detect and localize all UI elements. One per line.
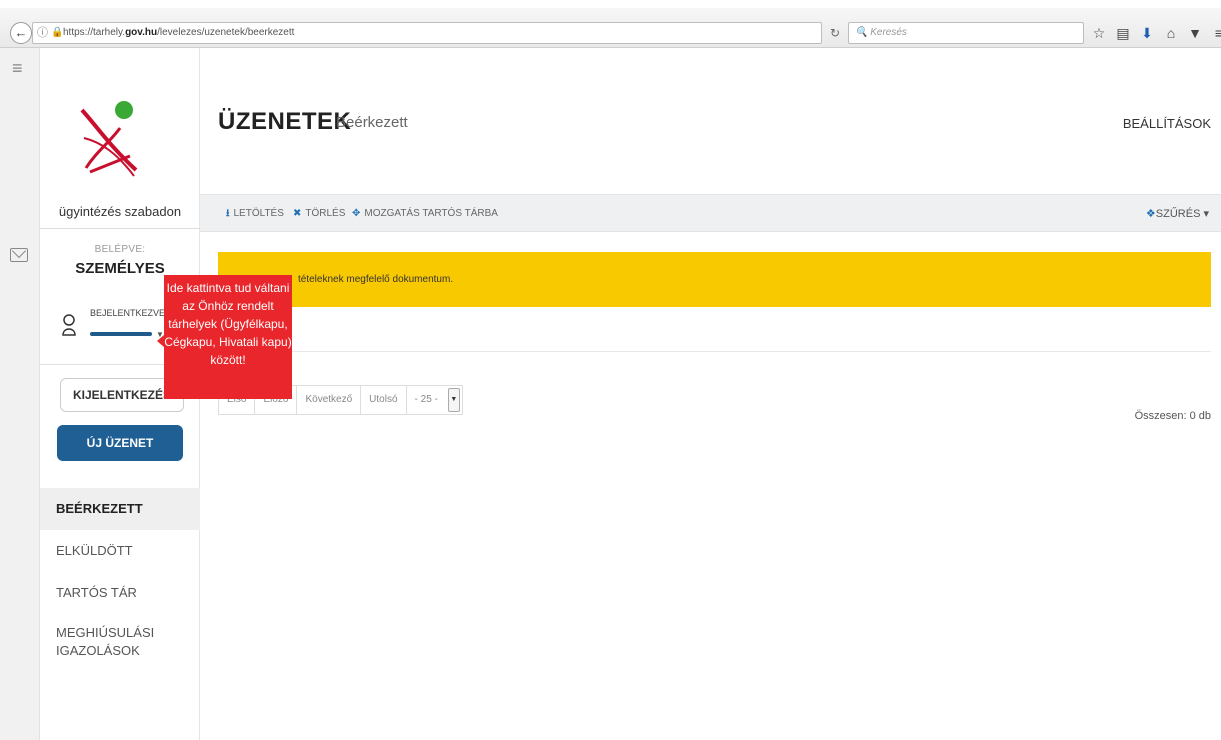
back-icon[interactable]: ← xyxy=(10,22,32,44)
download-button[interactable]: ⭳ LETÖLTÉS xyxy=(226,195,284,233)
pager-next[interactable]: Következő xyxy=(297,386,362,414)
home-icon[interactable]: ⌂ xyxy=(1164,22,1178,44)
mail-icon[interactable] xyxy=(10,248,28,262)
pager-last[interactable]: Utolsó xyxy=(361,386,407,414)
main-content: ÜZENETEK Beérkezett BEÁLLÍTÁSOK ⭳ LETÖLTÉ… xyxy=(200,48,1221,740)
reading-list-icon[interactable]: ▤ xyxy=(1116,22,1130,44)
url-text: https://tarhely.gov.hu/levelezes/uzenete… xyxy=(63,27,295,38)
lock-icon: 🔒 xyxy=(51,27,64,38)
delete-button[interactable]: ✖ TÖRLÉS xyxy=(293,195,345,233)
icon-rail: ≡ xyxy=(0,48,40,740)
tooltip-line: Cégkapu, Hivatali kapu) xyxy=(164,335,292,349)
logged-in-label: BELÉPVE: xyxy=(94,244,146,255)
tooltip-line: Ide kattintva tud váltani xyxy=(166,281,290,295)
tooltip-line: között! xyxy=(210,353,246,367)
page-subtitle: Beérkezett xyxy=(336,114,408,131)
settings-link[interactable]: BEÁLLÍTÁSOK xyxy=(1123,116,1211,131)
folder-nav: BEÉRKEZETT ELKÜLDÖTT TARTÓS TÁR MEGHIÚSU… xyxy=(40,488,200,674)
filter-dropdown[interactable]: ❖SZŰRÉS ▾ xyxy=(1146,195,1209,233)
divider xyxy=(218,351,1211,352)
info-icon[interactable]: ⓘ xyxy=(37,23,48,43)
message-toolbar: ⭳ LETÖLTÉS ✖ TÖRLÉS ✥ MOZGATÁS TARTÓS TÁRBA… xyxy=(200,194,1221,232)
nav-item-inbox[interactable]: BEÉRKEZETT xyxy=(40,488,200,530)
divider xyxy=(40,228,200,229)
page-size-select[interactable]: - 25 - xyxy=(406,386,446,414)
move-icon: ✥ xyxy=(352,208,361,219)
bookmark-star-icon[interactable]: ☆ xyxy=(1092,22,1106,44)
close-icon: ✖ xyxy=(293,208,302,219)
new-message-button[interactable]: ÚJ ÜZENET xyxy=(57,425,183,461)
browser-toolbar: ← ⓘ 🔒 https://tarhely.gov.hu/levelezes/u… xyxy=(0,8,1221,48)
search-input[interactable]: 🔍 Keresés xyxy=(848,22,1084,44)
account-switch-tooltip: Ide kattintva tud váltani az Önhöz rende… xyxy=(157,275,292,399)
nav-item-storage[interactable]: TARTÓS TÁR xyxy=(40,572,200,614)
move-to-storage-button[interactable]: ✥ MOZGATÁS TARTÓS TÁRBA xyxy=(352,195,498,233)
download-icon: ⭳ xyxy=(226,208,230,219)
tooltip-line: tárhelyek (Ügyfélkapu, xyxy=(168,317,288,331)
logo xyxy=(80,101,138,177)
nav-item-sent[interactable]: ELKÜLDÖTT xyxy=(40,530,200,572)
tagline: ügyintézés szabadon xyxy=(58,204,182,219)
alert-text: tételeknek megfelelő dokumentum. xyxy=(298,274,454,285)
total-count: Összesen: 0 db xyxy=(1134,410,1211,422)
tooltip-line: az Önhöz rendelt xyxy=(182,299,274,313)
pocket-icon[interactable]: ▼ xyxy=(1188,22,1202,44)
logged-in-as-label: BEJELENTKEZVE xyxy=(90,308,166,318)
address-bar[interactable]: ⓘ 🔒 https://tarhely.gov.hu/levelezes/uze… xyxy=(32,22,822,44)
download-icon[interactable]: ⬇ xyxy=(1140,22,1154,44)
chevron-down-icon[interactable]: ▼ xyxy=(447,388,460,412)
account-switcher[interactable] xyxy=(90,332,152,336)
user-icon xyxy=(62,314,76,336)
reload-icon[interactable]: ↻ xyxy=(830,22,846,44)
nav-item-failure-certificates[interactable]: MEGHIÚSULÁSI IGAZOLÁSOK xyxy=(40,614,200,674)
filter-icon: ❖ xyxy=(1145,208,1156,220)
alert-banner: tételeknek megfelelő dokumentum. xyxy=(218,252,1211,307)
page-title: ÜZENETEK xyxy=(218,108,352,135)
menu-icon[interactable]: ≡ xyxy=(1212,22,1221,44)
hamburger-menu-icon[interactable]: ≡ xyxy=(12,58,23,79)
